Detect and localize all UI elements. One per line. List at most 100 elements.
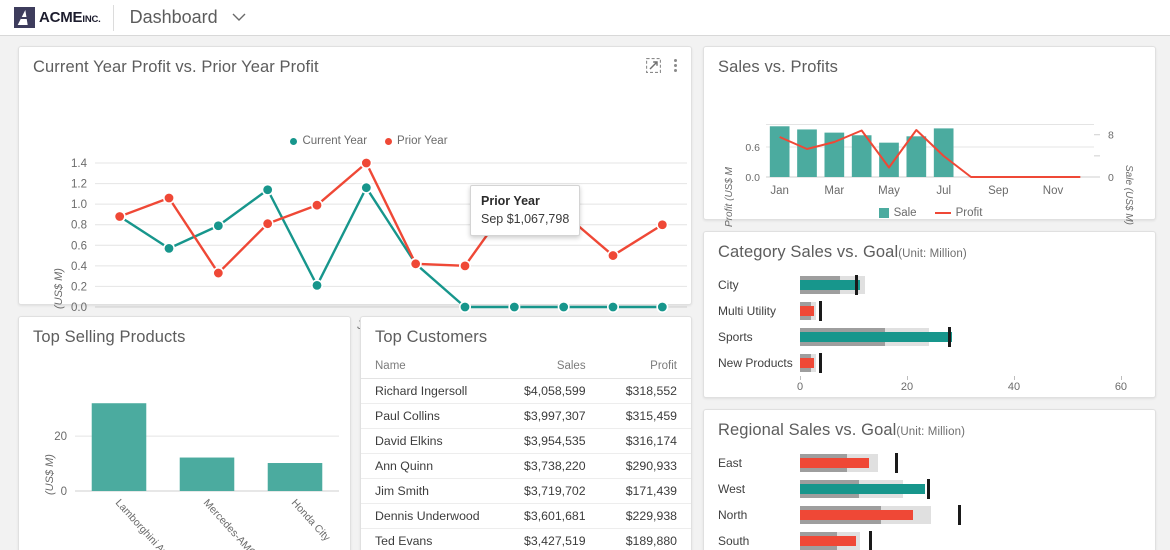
svg-text:Mar: Mar: [824, 185, 844, 197]
customer-sales: $3,601,681: [505, 503, 612, 529]
bullet-label: East: [718, 456, 743, 470]
data-point[interactable]: [261, 183, 274, 196]
bullet-label: South: [718, 534, 750, 548]
bullet-track: [800, 352, 1149, 374]
bar[interactable]: [769, 126, 790, 177]
bullet-row[interactable]: Multi Utility: [712, 298, 1149, 324]
sales-profits-legend: Sale Profit: [704, 207, 1157, 219]
chevron-down-icon[interactable]: [232, 12, 246, 24]
axis-tick: [906, 376, 908, 380]
legend-item-profit[interactable]: Profit: [934, 207, 982, 219]
svg-text:8: 8: [1108, 130, 1114, 142]
legend-item-sale[interactable]: Sale: [878, 207, 917, 219]
axis-tick: [1120, 376, 1122, 380]
bullet-row[interactable]: Sports: [712, 324, 1149, 350]
legend-label-sale: Sale: [893, 207, 917, 219]
bullet-target-marker: [855, 275, 859, 295]
data-point[interactable]: [212, 219, 225, 232]
card-actions-profit: [646, 57, 681, 73]
bullet-measure-bar[interactable]: [800, 280, 861, 290]
customer-name: Richard Ingersoll: [361, 378, 506, 404]
card-top-selling-products: Top Selling Products (US$ M) 0 20 Lamborgh…: [18, 316, 351, 550]
bullet-track: [800, 478, 1149, 500]
customer-name: Paul Collins: [361, 403, 506, 429]
svg-text:0: 0: [61, 486, 67, 498]
data-point[interactable]: [458, 259, 471, 272]
axis-tick: [1013, 376, 1015, 380]
data-point[interactable]: [360, 181, 373, 194]
data-point[interactable]: [606, 301, 619, 314]
bar[interactable]: [267, 463, 323, 491]
svg-text:0.6: 0.6: [745, 142, 760, 154]
bar[interactable]: [179, 457, 235, 491]
data-point[interactable]: [113, 210, 126, 223]
data-point[interactable]: [557, 301, 570, 314]
table-row[interactable]: Paul Collins $3,997,307 $315,459: [361, 403, 691, 429]
bar[interactable]: [91, 403, 147, 491]
column-header-name[interactable]: Name: [361, 357, 506, 379]
table-row[interactable]: Jim Smith $3,719,702 $171,439: [361, 478, 691, 504]
column-header-profit[interactable]: Profit: [611, 357, 691, 379]
customer-profit: $189,880: [611, 528, 691, 550]
table-header-row: Name Sales Profit: [361, 357, 691, 379]
products-chart-plot: 0 20 Lamborghini Aventador Mercedes-AMG GT …: [54, 403, 339, 550]
card-title-category-main: Category Sales vs. Goal: [718, 243, 899, 261]
bullet-row[interactable]: North: [712, 502, 1149, 528]
legend-item-current-year[interactable]: Current Year: [290, 135, 367, 147]
data-point[interactable]: [163, 191, 176, 204]
bullet-label: West: [718, 482, 746, 496]
bullet-row[interactable]: South: [712, 528, 1149, 550]
bullet-measure-bar[interactable]: [800, 458, 869, 468]
table-row[interactable]: Ted Evans $3,427,519 $189,880: [361, 528, 691, 550]
expand-icon[interactable]: [646, 57, 661, 73]
column-header-sales[interactable]: Sales: [505, 357, 612, 379]
data-point[interactable]: [163, 242, 176, 255]
bullet-track: [800, 326, 1149, 348]
regional-bullet-chart: East West North South: [712, 450, 1149, 550]
axis-tick-label: 60: [1114, 381, 1128, 393]
table-row[interactable]: David Elkins $3,954,535 $316,174: [361, 428, 691, 454]
bullet-measure-bar[interactable]: [800, 536, 857, 546]
svg-text:0.0: 0.0: [745, 172, 760, 184]
data-point[interactable]: [606, 249, 619, 262]
data-point[interactable]: [409, 257, 422, 270]
data-point[interactable]: [310, 199, 323, 212]
bar[interactable]: [933, 128, 954, 177]
card-top-customers: Top Customers Name Sales Profit Richard …: [360, 316, 692, 550]
bullet-measure-bar[interactable]: [800, 332, 952, 342]
bullet-row[interactable]: West: [712, 476, 1149, 502]
table-row[interactable]: Dennis Underwood $3,601,681 $229,938: [361, 503, 691, 529]
data-point[interactable]: [360, 157, 373, 169]
brand-logo[interactable]: ACMEINC.: [0, 0, 113, 36]
bullet-label: City: [718, 278, 739, 292]
bullet-target-marker: [819, 301, 823, 321]
bullet-row[interactable]: New Products: [712, 350, 1149, 376]
data-point[interactable]: [656, 218, 669, 231]
bullet-measure-bar[interactable]: [800, 510, 914, 520]
legend-item-prior-year[interactable]: Prior Year: [385, 135, 448, 147]
bullet-row[interactable]: City: [712, 272, 1149, 298]
customer-name: Ted Evans: [361, 528, 506, 550]
bullet-measure-bar[interactable]: [800, 358, 814, 368]
brand-name-sub: INC.: [82, 14, 101, 25]
svg-text:0.6: 0.6: [71, 240, 87, 252]
bullet-measure-bar[interactable]: [800, 306, 814, 316]
bar[interactable]: [797, 129, 817, 177]
legend-marker-prior-year: [385, 137, 393, 145]
bullet-row[interactable]: East: [712, 450, 1149, 476]
data-point[interactable]: [508, 301, 521, 314]
table-row[interactable]: Ann Quinn $3,738,220 $290,933: [361, 453, 691, 479]
bullet-measure-bar[interactable]: [800, 484, 926, 494]
table-row[interactable]: Richard Ingersoll $4,058,599 $318,552: [361, 378, 691, 404]
customer-sales: $3,997,307: [505, 403, 612, 429]
customer-profit: $171,439: [611, 478, 691, 504]
kebab-menu-icon[interactable]: [669, 57, 681, 73]
data-point[interactable]: [656, 301, 669, 314]
data-point[interactable]: [261, 217, 274, 230]
data-point[interactable]: [310, 279, 323, 292]
data-point[interactable]: [458, 301, 471, 314]
bar[interactable]: [906, 136, 927, 177]
data-point[interactable]: [212, 267, 225, 280]
bar[interactable]: [851, 135, 872, 177]
app-header: ACMEINC. Dashboard: [0, 0, 1170, 36]
